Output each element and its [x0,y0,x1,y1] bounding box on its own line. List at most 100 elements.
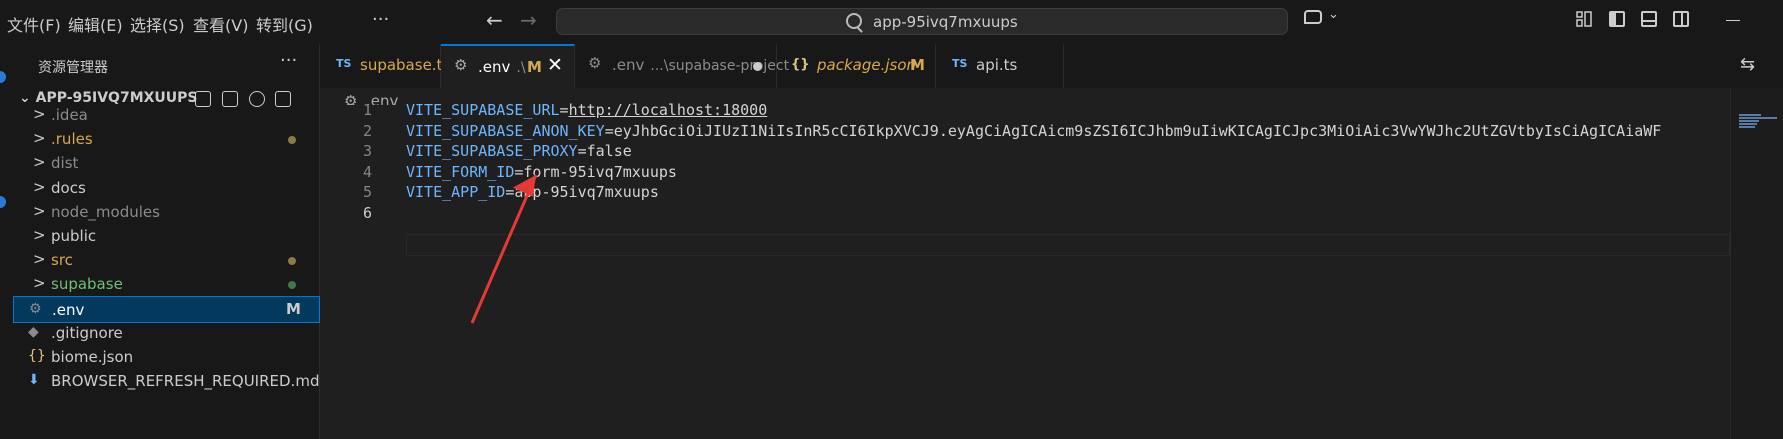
file-type-icon: ⚙ [29,300,42,317]
menu-selection[interactable]: 选择(S) [130,12,185,36]
tree-item-label: src [51,251,73,270]
tab-api-ts[interactable]: TS api.ts [936,44,1064,88]
activity-badge-icon[interactable] [0,71,6,83]
search-icon [846,13,862,29]
tab-label: supabase.ts [360,56,451,74]
env-key: VITE_APP_ID [406,183,506,202]
chevron-right-icon[interactable]: > [33,129,46,147]
equals-sign: = [559,101,569,119]
split-editor-icon[interactable]: ⇆ [1740,54,1755,75]
activity-bar [0,44,13,439]
chevron-right-icon[interactable]: > [33,105,46,123]
env-value-link[interactable]: http://localhost:18000 [569,101,768,119]
tab-label: package.json [817,56,917,74]
typescript-icon: TS [952,57,968,70]
tree-item[interactable]: > node_modules [13,199,320,226]
back-arrow-icon[interactable]: ← [486,8,503,32]
close-icon[interactable]: ✕ [547,54,563,76]
tree-item[interactable]: {} biome.json [13,344,320,371]
line-number: 1 [362,101,372,119]
sidebar-more-icon[interactable]: ··· [280,50,297,71]
git-status-dot-icon [288,281,296,290]
explorer-sidebar: 资源管理器 ··· ⌄ APP-95IVQ7MXUUPS > .idea > .rul… [13,44,320,439]
tab-modified-badge: M [910,56,925,74]
typescript-icon: TS [336,57,352,70]
env-key: VITE_SUPABASE_URL [406,101,560,119]
tab-env-supabase-project[interactable]: ⚙ .env ...\supabase-project [575,44,789,88]
line-number: 6 [362,204,372,222]
tab-supabase-ts[interactable]: TS supabase.ts [320,44,450,88]
code-line[interactable]: VITE_SUPABASE_PROXY=false [406,142,1726,160]
chevron-right-icon[interactable]: > [33,226,46,244]
line-number: 2 [362,121,372,140]
code-line[interactable]: VITE_SUPABASE_ANON_KEY=eyJhbGciOiJIUzI1N… [406,122,1726,140]
title-bar: 文件(F) 编辑(E) 选择(S) 查看(V) 转到(G) ··· ← → ap… [0,0,1783,44]
tree-item[interactable]: > supabase [13,271,320,298]
tree-item[interactable]: ◆ .gitignore [13,320,320,347]
menu-goto[interactable]: 转到(G) [256,12,313,36]
menu-edit[interactable]: 编辑(E) [68,12,123,36]
activity-badge-icon[interactable] [0,196,6,208]
line-number: 5 [362,183,372,202]
tab-label-text: .env [612,56,645,74]
toggle-primary-sidebar-icon[interactable] [1609,11,1625,27]
tree-item-label: .gitignore [51,323,123,342]
tree-item-label: BROWSER_REFRESH_REQUIRED.md [51,372,320,391]
tree-item[interactable]: > docs [13,175,320,202]
tab-package-json[interactable]: {} package.json M [777,44,936,88]
chevron-right-icon[interactable]: > [33,274,46,292]
customize-layout-icon[interactable] [1576,11,1592,27]
tab-label: api.ts [976,56,1018,74]
toggle-panel-icon[interactable] [1641,11,1657,27]
minimap-line [1739,123,1757,125]
git-status-dot-icon [288,136,296,145]
forward-arrow-icon[interactable]: → [520,8,537,32]
chevron-right-icon[interactable]: > [33,202,46,220]
more-menu-icon[interactable]: ··· [372,9,389,30]
minimap[interactable] [1730,88,1783,439]
code-line[interactable]: VITE_SUPABASE_URL=http://localhost:18000 [406,101,1726,119]
unsaved-dot-icon [753,62,762,71]
tree-item[interactable]: ⬇ BROWSER_REFRESH_REQUIRED.md [13,368,320,395]
tree-item-label: biome.json [51,348,134,366]
env-value: false [586,142,632,161]
tab-env-active[interactable]: ⚙ .env .\ M ✕ [441,44,575,88]
env-key: VITE_SUPABASE_ANON_KEY [406,121,605,140]
tab-label-text: .env [478,58,511,76]
git-modified-badge: M [286,299,301,318]
tree-item-label: public [51,227,97,245]
code-editor[interactable]: 1 VITE_SUPABASE_URL=http://localhost:1800… [320,101,1730,439]
code-line[interactable]: VITE_APP_ID=app-95ivq7mxuups [406,183,1726,201]
chevron-down-icon[interactable]: ⌄ [1328,7,1339,22]
code-line[interactable]: VITE_FORM_ID=form-95ivq7mxuups [406,163,1726,181]
file-type-icon: ◆ [28,323,39,340]
chevron-right-icon[interactable]: > [33,153,46,171]
tree-item[interactable]: > .idea [13,102,320,129]
gear-icon: ⚙ [454,56,468,74]
equals-sign: = [604,121,614,140]
chevron-right-icon[interactable]: > [33,250,46,268]
minimize-icon[interactable] [1726,20,1740,21]
tree-item[interactable]: > src [13,247,320,274]
tree-item[interactable]: ⚙ .env M [13,295,320,323]
current-line-highlight [406,234,1730,256]
tab-path: ...\supabase-project [650,58,790,74]
menu-view[interactable]: 查看(V) [193,12,248,36]
toggle-secondary-sidebar-icon[interactable] [1673,11,1689,27]
chat-icon[interactable] [1304,10,1322,24]
chevron-right-icon[interactable]: > [33,178,46,196]
env-value: form-95ivq7mxuups [523,162,677,181]
json-braces-icon: {} [791,57,810,72]
tree-item-label: node_modules [51,202,160,221]
tab-label: .env ...\supabase-project [612,56,789,74]
git-status-dot-icon [288,257,296,266]
tab-label: .env .\ [478,58,526,76]
tree-item[interactable]: > public [13,223,320,250]
tree-item[interactable]: > .rules [13,126,320,153]
menu-file[interactable]: 文件(F) [7,12,61,36]
command-center-search[interactable]: app-95ivq7mxuups [556,8,1288,35]
tree-item-label: .rules [51,130,93,149]
editor-tab-bar: TS supabase.ts M ⚙ .env .\ M ✕ ⚙ .env ...\… [320,44,1783,88]
tree-item[interactable]: > dist [13,150,320,177]
tree-item-label: docs [51,178,86,197]
